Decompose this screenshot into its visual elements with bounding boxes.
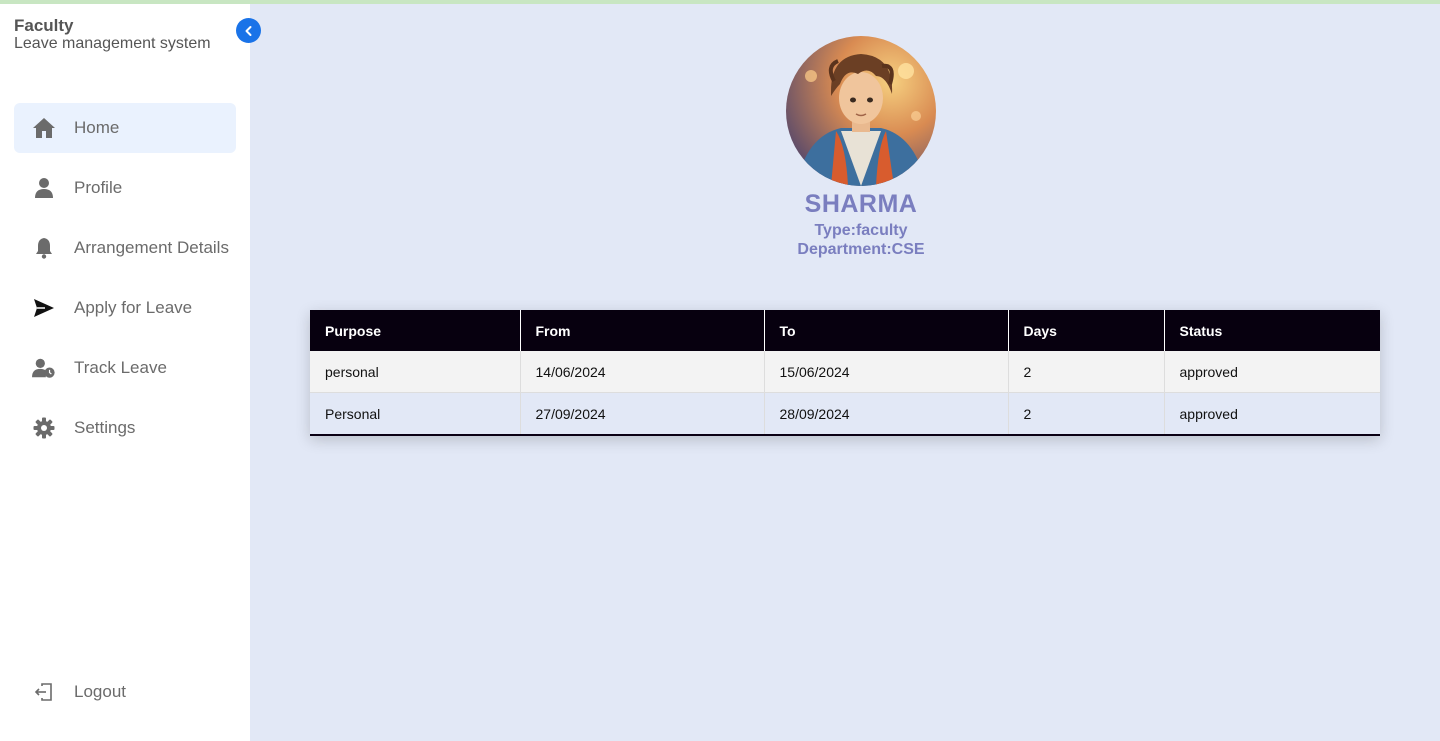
logout-button[interactable]: Logout: [14, 667, 236, 717]
sidebar-item-home[interactable]: Home: [14, 103, 236, 153]
avatar: [786, 36, 936, 186]
sidebar-item-profile[interactable]: Profile: [14, 163, 236, 213]
main-content: SHARMA Type:faculty Department:CSE Purpo…: [250, 4, 1440, 741]
table-row: personal 14/06/2024 15/06/2024 2 approve…: [310, 351, 1380, 393]
profile-type-value: faculty: [855, 222, 908, 239]
logout-label: Logout: [74, 682, 126, 701]
sidebar-item-label: Home: [74, 118, 120, 137]
column-header-days: Days: [1008, 310, 1165, 351]
sidebar-item-label: Profile: [74, 178, 123, 197]
sidebar: Faculty Leave management system Home Pro…: [0, 4, 250, 741]
table-row: Personal 27/09/2024 28/09/2024 2 approve…: [310, 392, 1380, 436]
sidebar-item-label: Track Leave: [74, 358, 167, 377]
sidebar-item-track-leave[interactable]: Track Leave: [14, 343, 236, 393]
sidebar-item-settings[interactable]: Settings: [14, 403, 236, 453]
chevron-left-icon: [245, 25, 251, 36]
logout-icon: [32, 680, 56, 704]
column-header-to: To: [764, 310, 1009, 351]
cell-to: 28/09/2024: [764, 392, 1009, 436]
collapse-sidebar-button[interactable]: [236, 18, 261, 43]
user-icon: [32, 176, 56, 200]
user-clock-icon: [32, 356, 56, 380]
sidebar-item-label: Settings: [74, 418, 136, 437]
table-header-row: Purpose From To Days Status: [310, 310, 1380, 351]
cell-status: approved: [1164, 392, 1380, 436]
cell-to: 15/06/2024: [764, 351, 1009, 393]
cell-purpose: personal: [310, 351, 521, 393]
column-header-purpose: Purpose: [310, 310, 521, 351]
leave-table: Purpose From To Days Status personal 14/…: [310, 310, 1380, 436]
cell-purpose: Personal: [310, 392, 521, 436]
send-icon: [32, 296, 56, 320]
sidebar-item-arrangement-details[interactable]: Arrangement Details: [14, 223, 236, 273]
sidebar-item-apply-for-leave[interactable]: Apply for Leave: [14, 283, 236, 333]
profile-type: Type:faculty: [250, 222, 1440, 240]
home-icon: [32, 116, 56, 140]
column-header-from: From: [520, 310, 765, 351]
profile-type-label: Type:: [814, 222, 856, 239]
column-header-status: Status: [1164, 310, 1380, 351]
gear-icon: [32, 416, 56, 440]
cell-status: approved: [1164, 351, 1380, 393]
sidebar-item-label: Apply for Leave: [74, 298, 193, 317]
cell-from: 27/09/2024: [520, 392, 765, 436]
profile-department-label: Department:: [797, 241, 892, 258]
cell-days: 2: [1008, 392, 1165, 436]
sidebar-title: Faculty: [14, 16, 74, 35]
cell-from: 14/06/2024: [520, 351, 765, 393]
sidebar-subtitle: Leave management system: [14, 35, 211, 52]
profile-department-value: CSE: [891, 241, 925, 258]
sidebar-item-label: Arrangement Details: [74, 238, 229, 257]
profile-department: Department:CSE: [250, 241, 1440, 259]
bell-icon: [32, 236, 56, 260]
profile-name: SHARMA: [804, 190, 918, 218]
cell-days: 2: [1008, 351, 1165, 393]
